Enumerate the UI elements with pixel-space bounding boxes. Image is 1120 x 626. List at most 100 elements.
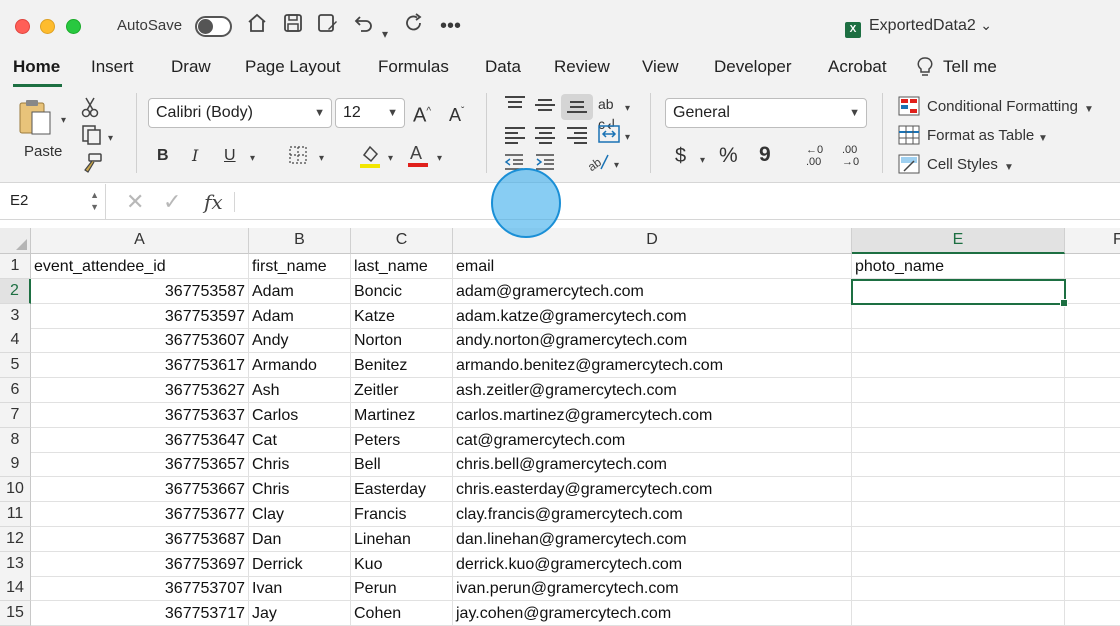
cell-b[interactable]: Ivan xyxy=(249,576,351,602)
number-format-select[interactable]: General ▼ xyxy=(665,98,867,128)
row-header[interactable]: 8 xyxy=(0,427,31,453)
align-middle-icon[interactable] xyxy=(535,99,555,115)
formula-input[interactable] xyxy=(244,192,1104,212)
cell-c[interactable]: Kuo xyxy=(351,551,453,577)
align-left-icon[interactable] xyxy=(505,127,525,144)
cell-b[interactable]: Carlos xyxy=(249,402,351,428)
cell-b[interactable]: Armando xyxy=(249,353,351,379)
cell-b[interactable]: Adam xyxy=(249,303,351,329)
row-header[interactable]: 6 xyxy=(0,378,31,403)
format-as-table-dropdown-icon[interactable]: ▼ xyxy=(1038,129,1048,149)
autosave-toggle[interactable] xyxy=(195,16,232,37)
row-header[interactable]: 12 xyxy=(0,526,31,552)
cut-icon[interactable] xyxy=(81,96,99,124)
insert-function-button[interactable]: fx xyxy=(204,190,223,214)
document-title[interactable]: X ExportedData2 ⌄ xyxy=(845,17,992,38)
cell-f[interactable] xyxy=(1065,601,1120,626)
underline-button[interactable]: U xyxy=(224,146,236,166)
cell-d[interactable]: andy.norton@gramercytech.com xyxy=(453,328,852,354)
cell-c[interactable]: Bell xyxy=(351,452,453,478)
cell-f[interactable] xyxy=(1065,477,1120,503)
format-as-table-button[interactable]: Format as Table xyxy=(927,126,1034,146)
currency-dropdown-icon[interactable]: ▾ xyxy=(700,151,705,171)
cell-d[interactable]: chris.easterday@gramercytech.com xyxy=(453,477,852,503)
underline-dropdown-icon[interactable]: ▾ xyxy=(250,149,255,169)
cell-c[interactable]: Perun xyxy=(351,576,453,602)
cell-f[interactable] xyxy=(1065,552,1120,577)
cell-f[interactable] xyxy=(1065,428,1120,453)
cell-d[interactable]: ash.zeitler@gramercytech.com xyxy=(453,378,852,403)
conditional-formatting-icon[interactable] xyxy=(898,96,920,122)
row-header[interactable]: 11 xyxy=(0,502,31,527)
fill-color-dropdown-icon[interactable]: ▾ xyxy=(388,149,393,169)
font-size-select[interactable]: 12 ▼ xyxy=(335,98,405,128)
tab-review[interactable]: Review xyxy=(554,57,610,77)
tab-acrobat[interactable]: Acrobat xyxy=(828,57,887,77)
cell-a[interactable]: event_attendee_id xyxy=(31,254,249,279)
row-header[interactable]: 3 xyxy=(0,303,31,329)
chevron-down-icon[interactable]: ⌄ xyxy=(980,17,992,33)
cell-f[interactable] xyxy=(1065,378,1120,403)
confirm-edit-icon[interactable]: ✓ xyxy=(163,189,181,215)
row-header[interactable]: 2 xyxy=(0,278,31,304)
cell-c[interactable]: Francis xyxy=(351,502,453,527)
paste-label[interactable]: Paste xyxy=(24,142,62,162)
font-color-dropdown-icon[interactable]: ▾ xyxy=(437,149,442,169)
cell-e[interactable] xyxy=(852,452,1065,478)
cell-f[interactable] xyxy=(1065,304,1120,329)
tab-insert[interactable]: Insert xyxy=(91,57,134,77)
orientation2-dropdown-icon[interactable]: ▾ xyxy=(614,156,619,176)
cell-a[interactable]: 367753707 xyxy=(31,576,249,602)
row-header[interactable]: 5 xyxy=(0,353,31,379)
cell-d[interactable]: cat@gramercytech.com xyxy=(453,427,852,453)
grow-font-icon[interactable]: A^ xyxy=(413,102,431,126)
cell-c[interactable]: Martinez xyxy=(351,402,453,428)
cell-d[interactable]: adam.katze@gramercytech.com xyxy=(453,303,852,329)
tab-developer[interactable]: Developer xyxy=(714,57,792,77)
cell-f[interactable] xyxy=(1065,502,1120,527)
orientation-dropdown-icon[interactable]: ▾ xyxy=(625,99,630,119)
paste-dropdown-icon[interactable]: ▾ xyxy=(61,111,66,131)
cell-f[interactable] xyxy=(1065,527,1120,552)
more-icon[interactable]: ••• xyxy=(440,12,461,40)
cell-f[interactable] xyxy=(1065,403,1120,428)
cell-b[interactable]: Adam xyxy=(249,278,351,304)
cell-c[interactable]: Norton xyxy=(351,328,453,354)
merge-dropdown-icon[interactable]: ▾ xyxy=(625,128,630,148)
cell-d[interactable]: dan.linehan@gramercytech.com xyxy=(453,526,852,552)
cell-f[interactable] xyxy=(1065,279,1120,304)
cell-styles-dropdown-icon[interactable]: ▼ xyxy=(1004,158,1014,178)
close-window-button[interactable] xyxy=(15,19,30,34)
cell-d[interactable]: adam@gramercytech.com xyxy=(453,278,852,304)
paste-icon[interactable] xyxy=(18,98,54,136)
currency-button[interactable]: $ xyxy=(675,146,686,166)
cell-a[interactable]: 367753637 xyxy=(31,402,249,428)
undo-icon[interactable] xyxy=(352,12,374,41)
cancel-edit-icon[interactable]: ✕ xyxy=(126,189,144,215)
cell-e[interactable] xyxy=(852,477,1065,503)
cell-b[interactable]: Andy xyxy=(249,328,351,354)
column-header-f[interactable]: F xyxy=(1065,228,1120,254)
cell-b[interactable]: first_name xyxy=(249,254,351,279)
cell-styles-icon[interactable] xyxy=(898,154,920,180)
fill-color-icon[interactable] xyxy=(358,143,382,175)
cell-b[interactable]: Chris xyxy=(249,452,351,478)
bold-button[interactable]: B xyxy=(157,146,169,166)
cell-a[interactable]: 367753617 xyxy=(31,353,249,379)
copy-dropdown-icon[interactable]: ▾ xyxy=(108,129,113,149)
orientation-icon[interactable]: ab xyxy=(585,151,611,179)
copy-icon[interactable] xyxy=(81,124,103,152)
cell-a[interactable]: 367753697 xyxy=(31,551,249,577)
cell-styles-button[interactable]: Cell Styles xyxy=(927,155,998,175)
save-as-icon[interactable] xyxy=(316,12,338,41)
tab-data[interactable]: Data xyxy=(485,57,521,77)
home-icon[interactable] xyxy=(246,12,268,41)
cell-e[interactable] xyxy=(852,303,1065,329)
row-header[interactable]: 9 xyxy=(0,452,31,478)
decrease-decimal-button[interactable]: .00 →0 xyxy=(842,144,868,168)
italic-button[interactable]: I xyxy=(192,146,198,166)
cell-b[interactable]: Ash xyxy=(249,378,351,403)
percent-button[interactable]: % xyxy=(719,145,738,166)
cell-a[interactable]: 367753627 xyxy=(31,378,249,403)
cell-c[interactable]: Zeitler xyxy=(351,378,453,403)
